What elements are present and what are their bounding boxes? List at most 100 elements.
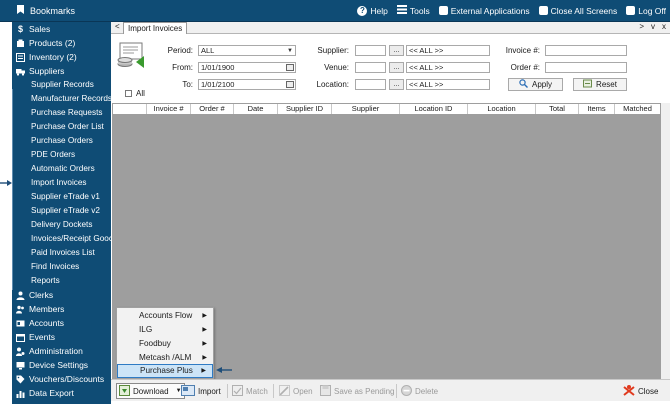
submenu-arrow-icon: ▶ xyxy=(201,368,206,374)
sidebar-item-administration[interactable]: Administration xyxy=(12,344,111,358)
close-all-screens-button[interactable]: Close All Screens xyxy=(538,5,617,16)
venue-name-field[interactable]: << ALL >> xyxy=(406,62,490,73)
truck-icon xyxy=(16,67,25,76)
supplier-browse-button[interactable]: ... xyxy=(389,45,404,56)
column-date[interactable]: Date xyxy=(234,104,278,114)
from-label: From: xyxy=(172,63,193,72)
menu-item-foodbuy[interactable]: Foodbuy ▶ xyxy=(117,337,213,351)
column-total[interactable]: Total xyxy=(536,104,579,114)
magnifier-icon xyxy=(519,79,528,90)
to-date-field[interactable]: 1/01/2100 xyxy=(198,79,296,90)
all-checkbox[interactable] xyxy=(125,90,132,97)
invoice-number-field[interactable] xyxy=(545,45,627,56)
location-label: Location: xyxy=(316,80,349,89)
column-items[interactable]: Items xyxy=(579,104,615,114)
column-selector-header[interactable] xyxy=(113,104,147,114)
menu-item-accounts-flow[interactable]: Accounts Flow ▶ xyxy=(117,309,213,323)
tools-button[interactable]: Tools xyxy=(396,5,430,16)
sidebar-item-supplier-etrade-v1[interactable]: Supplier eTrade v1 xyxy=(12,190,111,204)
download-button[interactable]: Download ▼ xyxy=(116,383,185,399)
external-applications-button[interactable]: External Applications xyxy=(438,5,530,16)
sidebar-item-events[interactable]: Events xyxy=(12,330,111,344)
calendar-picker-icon[interactable] xyxy=(286,81,294,88)
column-supplier-id[interactable]: Supplier ID xyxy=(278,104,332,114)
match-button[interactable]: Match xyxy=(232,384,268,398)
help-button[interactable]: ? Help xyxy=(357,5,388,16)
download-icon xyxy=(119,384,130,398)
venue-browse-button[interactable]: ... xyxy=(389,62,404,73)
sidebar-item-clerks[interactable]: Clerks xyxy=(12,288,111,302)
sidebar-item-vouchers-discounts[interactable]: Vouchers/Discounts xyxy=(12,372,111,386)
sidebar-item-products[interactable]: Products (2) xyxy=(12,36,111,50)
sidebar-item-automatic-orders[interactable]: Automatic Orders xyxy=(12,162,111,176)
menu-item-purchase-plus[interactable]: Purchase Plus ▶ xyxy=(117,364,213,378)
sidebar-item-invoices-receipt-goods[interactable]: Invoices/Receipt Gooc xyxy=(12,232,111,246)
bookmarks-link[interactable]: Bookmarks xyxy=(17,5,75,16)
tab-scroll-right-button[interactable]: > xyxy=(639,22,644,31)
calendar-picker-icon[interactable] xyxy=(286,64,294,71)
tools-icon xyxy=(396,5,407,16)
sidebar-item-sales[interactable]: $ Sales xyxy=(12,22,111,36)
invoice-number-label: Invoice #: xyxy=(505,46,540,55)
sidebar-item-delivery-dockets[interactable]: Delivery Dockets xyxy=(12,218,111,232)
tab-list-button[interactable]: v xyxy=(651,22,655,31)
menu-item-ilg[interactable]: ILG ▶ xyxy=(117,323,213,337)
annotation-arrow-icon xyxy=(0,180,12,186)
sidebar-item-pde-orders[interactable]: PDE Orders xyxy=(12,148,111,162)
location-name-field[interactable]: << ALL >> xyxy=(406,79,490,90)
tab-close-button[interactable]: x xyxy=(662,22,666,31)
sidebar-item-purchase-order-list[interactable]: Purchase Order List xyxy=(12,120,111,134)
import-button[interactable]: Import xyxy=(181,384,221,398)
menu-item-metcash-alm[interactable]: Metcash /ALM ▶ xyxy=(117,351,213,365)
column-location[interactable]: Location xyxy=(468,104,536,114)
period-select[interactable]: ALL ▼ xyxy=(198,45,296,56)
supplier-code-field[interactable] xyxy=(355,45,386,56)
reset-button[interactable]: Reset xyxy=(573,78,627,91)
column-supplier[interactable]: Supplier xyxy=(332,104,400,114)
inventory-icon xyxy=(16,52,25,62)
tab-scroll-left-button[interactable]: < xyxy=(115,22,120,31)
from-date-field[interactable]: 1/01/1900 xyxy=(198,62,296,73)
sidebar-item-import-invoices[interactable]: Import Invoices xyxy=(12,176,111,190)
column-location-id[interactable]: Location ID xyxy=(400,104,468,114)
sidebar-item-data-export[interactable]: Data Export xyxy=(12,386,111,400)
tab-import-invoices[interactable]: Import Invoices xyxy=(123,22,188,34)
sidebar-item-supplier-records[interactable]: Supplier Records xyxy=(12,78,111,92)
sidebar-item-device-settings[interactable]: Device Settings xyxy=(12,358,111,372)
apply-button[interactable]: Apply xyxy=(508,78,563,91)
user-lock-icon xyxy=(626,6,636,15)
sidebar-item-purchase-requests[interactable]: Purchase Requests xyxy=(12,106,111,120)
invoice-grid-header: Invoice # Order # Date Supplier ID Suppl… xyxy=(112,103,661,115)
open-button[interactable]: Open xyxy=(279,384,313,398)
location-browse-button[interactable]: ... xyxy=(389,79,404,90)
location-code-field[interactable] xyxy=(355,79,386,90)
toolbar-separator xyxy=(396,384,397,398)
close-button[interactable]: Close xyxy=(623,384,658,398)
sidebar-item-inventory[interactable]: Inventory (2) xyxy=(12,50,111,64)
dollar-icon: $ xyxy=(17,24,23,34)
submenu-arrow-icon: ▶ xyxy=(202,327,207,333)
all-label: All xyxy=(136,89,145,98)
column-matched[interactable]: Matched xyxy=(615,104,660,114)
download-menu: Accounts Flow ▶ ILG ▶ Foodbuy ▶ Metcash /AL… xyxy=(116,307,214,379)
sidebar-item-paid-invoices-list[interactable]: Paid Invoices List xyxy=(12,246,111,260)
delete-button[interactable]: Delete xyxy=(401,384,438,398)
column-order-number[interactable]: Order # xyxy=(191,104,234,114)
sidebar-item-members[interactable]: Members xyxy=(12,302,111,316)
column-invoice-number[interactable]: Invoice # xyxy=(147,104,191,114)
venue-code-field[interactable] xyxy=(355,62,386,73)
save-icon xyxy=(320,384,331,398)
sidebar-item-accounts[interactable]: Accounts xyxy=(12,316,111,330)
person-icon xyxy=(16,291,25,300)
supplier-name-field[interactable]: << ALL >> xyxy=(406,45,490,56)
vertical-scrollbar[interactable] xyxy=(661,103,670,379)
sidebar-item-find-invoices[interactable]: Find Invoices xyxy=(12,260,111,274)
log-off-button[interactable]: Log Off xyxy=(626,5,666,16)
sidebar-item-manufacturer-records[interactable]: Manufacturer Records xyxy=(12,92,111,106)
sidebar-item-suppliers[interactable]: Suppliers xyxy=(12,64,111,78)
sidebar-item-supplier-etrade-v2[interactable]: Supplier eTrade v2 xyxy=(12,204,111,218)
sidebar-item-reports[interactable]: Reports xyxy=(12,274,111,288)
order-number-field[interactable] xyxy=(545,62,627,73)
save-as-pending-button[interactable]: Save as Pending xyxy=(320,384,395,398)
sidebar-item-purchase-orders[interactable]: Purchase Orders xyxy=(12,134,111,148)
